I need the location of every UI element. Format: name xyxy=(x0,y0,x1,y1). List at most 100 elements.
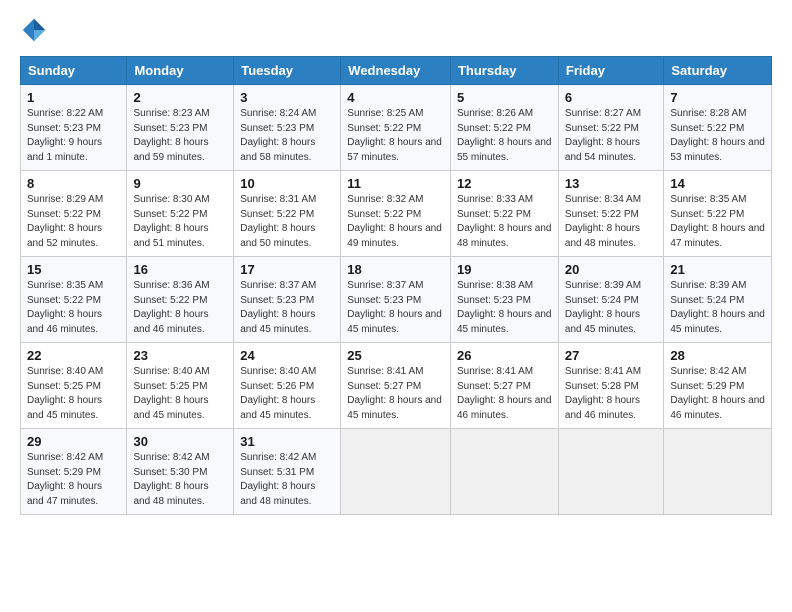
calendar-cell: 28 Sunrise: 8:42 AM Sunset: 5:29 PM Dayli… xyxy=(664,343,772,429)
calendar-cell: 6 Sunrise: 8:27 AM Sunset: 5:22 PM Daylig… xyxy=(558,85,663,171)
calendar-cell: 31 Sunrise: 8:42 AM Sunset: 5:31 PM Dayli… xyxy=(234,429,341,515)
calendar-cell: 12Sunrise: 8:33 AM Sunset: 5:22 PM Dayli… xyxy=(450,171,558,257)
day-info: Sunrise: 8:24 AM Sunset: 5:23 PM Dayligh… xyxy=(240,107,334,165)
calendar-cell: 21 Sunrise: 8:39 AM Sunset: 5:24 PM Dayli… xyxy=(664,257,772,343)
day-number: 29 xyxy=(27,434,120,449)
calendar-cell: 4 Sunrise: 8:25 AM Sunset: 5:22 PM Daylig… xyxy=(341,85,451,171)
day-number: 17 xyxy=(240,262,334,277)
calendar-week-5: 29Sunrise: 8:42 AM Sunset: 5:29 PM Dayli… xyxy=(21,429,772,515)
day-number: 7 xyxy=(670,90,765,105)
day-number: 27 xyxy=(565,348,657,363)
calendar-cell: 20Sunrise: 8:39 AM Sunset: 5:24 PM Dayli… xyxy=(558,257,663,343)
day-number: 31 xyxy=(240,434,334,449)
calendar-cell: 11Sunrise: 8:32 AM Sunset: 5:22 PM Dayli… xyxy=(341,171,451,257)
calendar-cell: 5 Sunrise: 8:26 AM Sunset: 5:22 PM Daylig… xyxy=(450,85,558,171)
calendar-cell: 23 Sunrise: 8:40 AM Sunset: 5:25 PM Dayli… xyxy=(127,343,234,429)
calendar-cell: 2 Sunrise: 8:23 AM Sunset: 5:23 PM Daylig… xyxy=(127,85,234,171)
calendar-cell: 15 Sunrise: 8:35 AM Sunset: 5:22 PM Dayli… xyxy=(21,257,127,343)
day-number: 12 xyxy=(457,176,552,191)
day-info: Sunrise: 8:22 AM Sunset: 5:23 PM Dayligh… xyxy=(27,107,120,165)
calendar-table: SundayMondayTuesdayWednesdayThursdayFrid… xyxy=(20,56,772,515)
calendar-cell: 7 Sunrise: 8:28 AM Sunset: 5:22 PM Daylig… xyxy=(664,85,772,171)
calendar-cell xyxy=(341,429,451,515)
day-info: Sunrise: 8:27 AM Sunset: 5:22 PM Dayligh… xyxy=(565,107,657,165)
day-info: Sunrise: 8:29 AM Sunset: 5:22 PM Dayligh… xyxy=(27,193,120,251)
day-number: 4 xyxy=(347,90,444,105)
day-info: Sunrise: 8:42 AM Sunset: 5:29 PM Dayligh… xyxy=(670,365,765,423)
calendar-cell: 27 Sunrise: 8:41 AM Sunset: 5:28 PM Dayli… xyxy=(558,343,663,429)
calendar-header-friday: Friday xyxy=(558,57,663,85)
calendar-header-saturday: Saturday xyxy=(664,57,772,85)
calendar-cell: 13 Sunrise: 8:34 AM Sunset: 5:22 PM Dayli… xyxy=(558,171,663,257)
calendar-cell: 22 Sunrise: 8:40 AM Sunset: 5:25 PM Dayli… xyxy=(21,343,127,429)
day-info: Sunrise: 8:41 AM Sunset: 5:28 PM Dayligh… xyxy=(565,365,657,423)
calendar-cell xyxy=(450,429,558,515)
day-number: 25 xyxy=(347,348,444,363)
calendar-cell: 29Sunrise: 8:42 AM Sunset: 5:29 PM Dayli… xyxy=(21,429,127,515)
day-info: Sunrise: 8:41 AM Sunset: 5:27 PM Dayligh… xyxy=(457,365,552,423)
day-number: 9 xyxy=(133,176,227,191)
calendar-header-row: SundayMondayTuesdayWednesdayThursdayFrid… xyxy=(21,57,772,85)
day-info: Sunrise: 8:31 AM Sunset: 5:22 PM Dayligh… xyxy=(240,193,334,251)
day-info: Sunrise: 8:41 AM Sunset: 5:27 PM Dayligh… xyxy=(347,365,444,423)
page: SundayMondayTuesdayWednesdayThursdayFrid… xyxy=(0,0,792,612)
day-number: 10 xyxy=(240,176,334,191)
day-number: 13 xyxy=(565,176,657,191)
day-info: Sunrise: 8:35 AM Sunset: 5:22 PM Dayligh… xyxy=(27,279,120,337)
calendar-header-sunday: Sunday xyxy=(21,57,127,85)
day-number: 8 xyxy=(27,176,120,191)
day-number: 1 xyxy=(27,90,120,105)
day-number: 26 xyxy=(457,348,552,363)
calendar-cell: 3Sunrise: 8:24 AM Sunset: 5:23 PM Daylig… xyxy=(234,85,341,171)
day-number: 16 xyxy=(133,262,227,277)
day-info: Sunrise: 8:34 AM Sunset: 5:22 PM Dayligh… xyxy=(565,193,657,251)
calendar-cell: 24 Sunrise: 8:40 AM Sunset: 5:26 PM Dayli… xyxy=(234,343,341,429)
calendar-cell: 8 Sunrise: 8:29 AM Sunset: 5:22 PM Daylig… xyxy=(21,171,127,257)
day-info: Sunrise: 8:42 AM Sunset: 5:30 PM Dayligh… xyxy=(133,451,227,509)
day-number: 28 xyxy=(670,348,765,363)
day-info: Sunrise: 8:40 AM Sunset: 5:25 PM Dayligh… xyxy=(27,365,120,423)
day-info: Sunrise: 8:30 AM Sunset: 5:22 PM Dayligh… xyxy=(133,193,227,251)
day-info: Sunrise: 8:23 AM Sunset: 5:23 PM Dayligh… xyxy=(133,107,227,165)
calendar-cell xyxy=(558,429,663,515)
day-number: 24 xyxy=(240,348,334,363)
day-info: Sunrise: 8:42 AM Sunset: 5:31 PM Dayligh… xyxy=(240,451,334,509)
day-info: Sunrise: 8:39 AM Sunset: 5:24 PM Dayligh… xyxy=(670,279,765,337)
calendar-cell: 9 Sunrise: 8:30 AM Sunset: 5:22 PM Daylig… xyxy=(127,171,234,257)
calendar-cell: 19 Sunrise: 8:38 AM Sunset: 5:23 PM Dayli… xyxy=(450,257,558,343)
calendar-week-4: 22 Sunrise: 8:40 AM Sunset: 5:25 PM Dayli… xyxy=(21,343,772,429)
day-info: Sunrise: 8:40 AM Sunset: 5:25 PM Dayligh… xyxy=(133,365,227,423)
day-info: Sunrise: 8:36 AM Sunset: 5:22 PM Dayligh… xyxy=(133,279,227,337)
calendar-cell: 18Sunrise: 8:37 AM Sunset: 5:23 PM Dayli… xyxy=(341,257,451,343)
day-info: Sunrise: 8:28 AM Sunset: 5:22 PM Dayligh… xyxy=(670,107,765,165)
day-number: 2 xyxy=(133,90,227,105)
day-info: Sunrise: 8:40 AM Sunset: 5:26 PM Dayligh… xyxy=(240,365,334,423)
calendar-cell: 26 Sunrise: 8:41 AM Sunset: 5:27 PM Dayli… xyxy=(450,343,558,429)
day-number: 22 xyxy=(27,348,120,363)
calendar-cell: 25 Sunrise: 8:41 AM Sunset: 5:27 PM Dayli… xyxy=(341,343,451,429)
day-info: Sunrise: 8:25 AM Sunset: 5:22 PM Dayligh… xyxy=(347,107,444,165)
calendar-header-tuesday: Tuesday xyxy=(234,57,341,85)
calendar-cell: 17 Sunrise: 8:37 AM Sunset: 5:23 PM Dayli… xyxy=(234,257,341,343)
calendar-week-2: 8 Sunrise: 8:29 AM Sunset: 5:22 PM Daylig… xyxy=(21,171,772,257)
day-number: 19 xyxy=(457,262,552,277)
header xyxy=(20,16,772,44)
day-number: 18 xyxy=(347,262,444,277)
day-info: Sunrise: 8:38 AM Sunset: 5:23 PM Dayligh… xyxy=(457,279,552,337)
day-info: Sunrise: 8:37 AM Sunset: 5:23 PM Dayligh… xyxy=(240,279,334,337)
logo xyxy=(20,16,52,44)
day-number: 5 xyxy=(457,90,552,105)
day-number: 20 xyxy=(565,262,657,277)
day-number: 6 xyxy=(565,90,657,105)
calendar-cell: 10 Sunrise: 8:31 AM Sunset: 5:22 PM Dayli… xyxy=(234,171,341,257)
day-number: 15 xyxy=(27,262,120,277)
day-number: 23 xyxy=(133,348,227,363)
day-number: 21 xyxy=(670,262,765,277)
day-number: 14 xyxy=(670,176,765,191)
calendar-header-thursday: Thursday xyxy=(450,57,558,85)
day-number: 11 xyxy=(347,176,444,191)
day-info: Sunrise: 8:26 AM Sunset: 5:22 PM Dayligh… xyxy=(457,107,552,165)
calendar-header-monday: Monday xyxy=(127,57,234,85)
day-info: Sunrise: 8:35 AM Sunset: 5:22 PM Dayligh… xyxy=(670,193,765,251)
calendar-cell xyxy=(664,429,772,515)
